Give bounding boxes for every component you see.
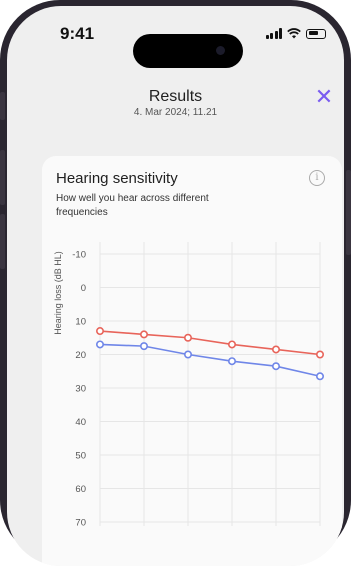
y-tick-label: 0 — [81, 283, 86, 294]
data-point-1-2 — [184, 350, 193, 359]
y-tick-label: 70 — [75, 518, 86, 527]
data-point-0-1 — [140, 330, 149, 339]
y-axis-label: Hearing loss (dB HL) — [53, 251, 63, 335]
data-point-1-4 — [271, 362, 280, 371]
data-point-0-5 — [315, 350, 324, 359]
y-tick-label: 10 — [75, 317, 86, 328]
y-tick-label: 60 — [75, 484, 86, 495]
data-point-0-2 — [184, 333, 193, 342]
y-tick-label: -10 — [72, 250, 86, 261]
data-point-0-3 — [228, 340, 237, 349]
data-point-0-0 — [96, 327, 105, 336]
data-point-1-0 — [96, 340, 105, 349]
data-point-1-1 — [140, 342, 149, 351]
series-line-1 — [99, 343, 321, 378]
y-tick-label: 30 — [75, 384, 86, 395]
y-tick-label: 20 — [75, 350, 86, 361]
data-point-1-5 — [315, 372, 324, 381]
data-point-1-3 — [228, 357, 237, 366]
data-point-0-4 — [271, 345, 280, 354]
hearing-chart: -10 0 10 20 30 40 50 60 70 Hearing loss (dB HL) — [53, 242, 324, 527]
y-tick-label: 50 — [75, 451, 86, 462]
series-line-0 — [99, 330, 321, 356]
y-tick-label: 40 — [75, 417, 86, 428]
